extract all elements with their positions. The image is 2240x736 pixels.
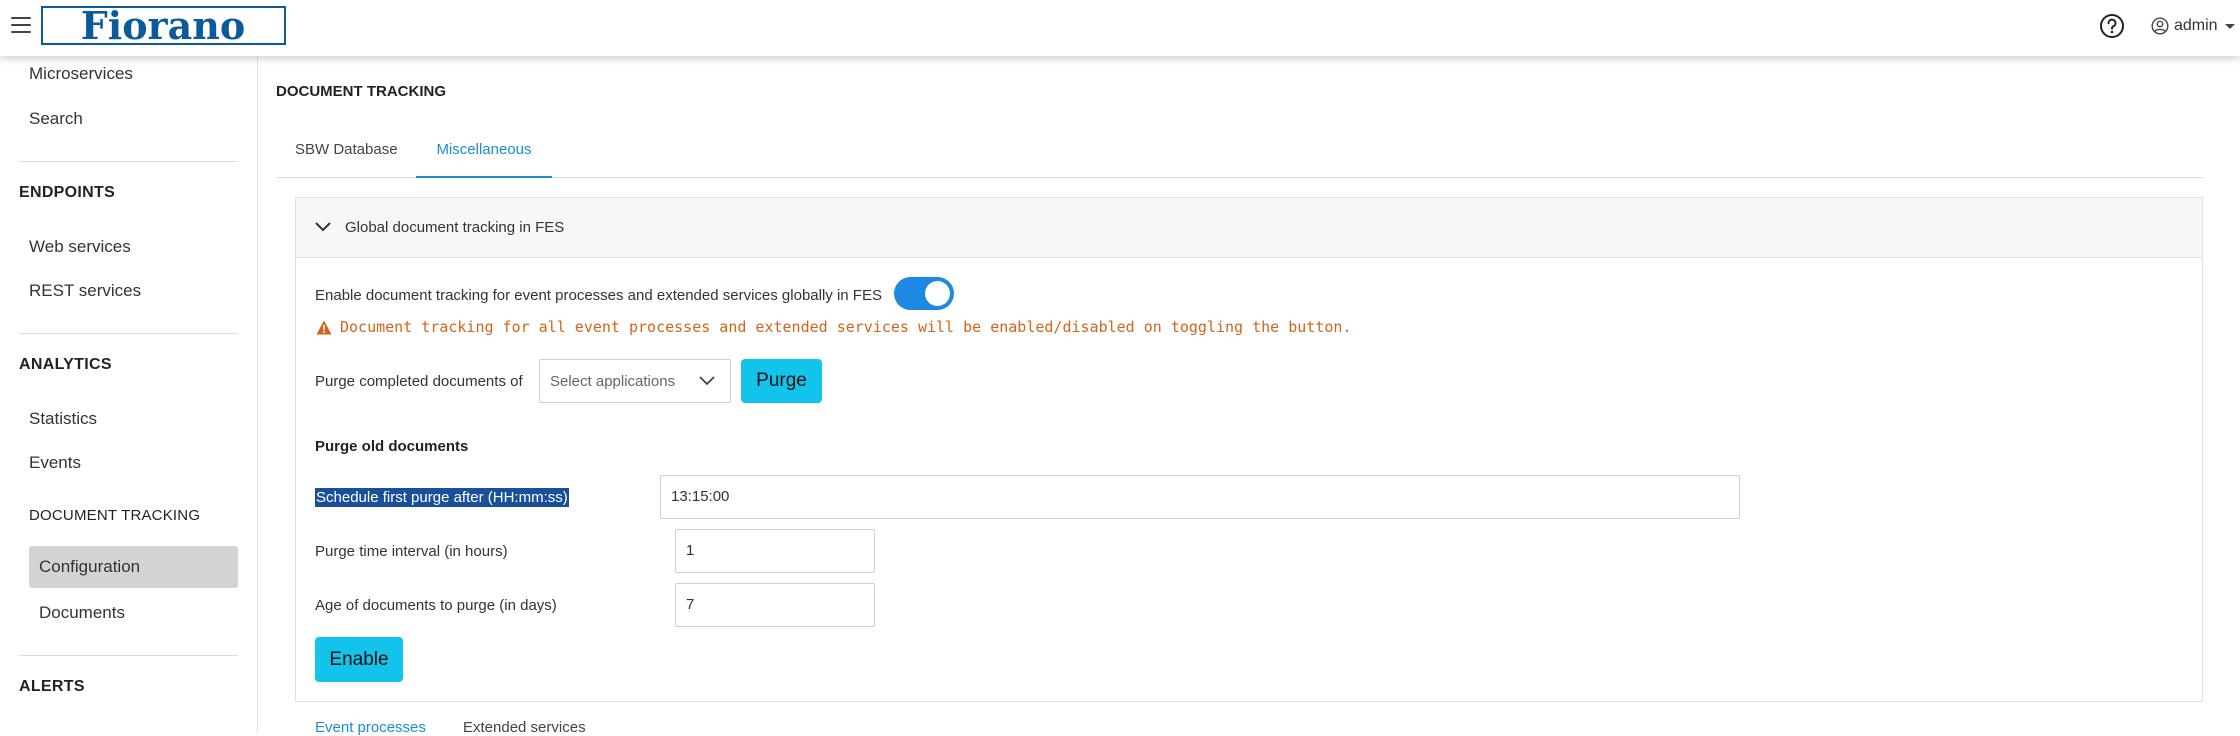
schedule-purge-label: Schedule first purge after (HH:mm:ss) xyxy=(315,488,569,507)
sidebar: Microservices Search ENDPOINTS Web servi… xyxy=(0,56,258,732)
purge-interval-input[interactable]: 1 xyxy=(675,529,875,573)
schedule-purge-input[interactable]: 13:15:00 xyxy=(660,475,1740,519)
enable-tracking-toggle[interactable] xyxy=(894,277,954,310)
sidebar-item-search[interactable]: Search xyxy=(29,109,83,129)
user-name: admin xyxy=(2174,17,2218,34)
panel-title: Global document tracking in FES xyxy=(345,219,565,236)
purge-completed-label: Purge completed documents of xyxy=(315,373,523,390)
sidebar-item-configuration[interactable]: Configuration xyxy=(29,546,238,588)
tab-bar: SBW Database Miscellaneous xyxy=(276,128,2204,178)
panel-header[interactable]: Global document tracking in FES xyxy=(296,198,2202,258)
sidebar-section-analytics: ANALYTICS xyxy=(19,356,112,373)
document-age-input[interactable]: 7 xyxy=(675,583,875,627)
hamburger-menu-icon[interactable] xyxy=(11,17,31,37)
user-circle-icon xyxy=(2151,17,2169,35)
fiorano-logo[interactable]: Fiorano xyxy=(41,2,286,50)
sidebar-item-documents[interactable]: Documents xyxy=(39,603,125,623)
top-bar: Fiorano admin xyxy=(0,0,2240,56)
sidebar-item-web-services[interactable]: Web services xyxy=(29,237,131,257)
sidebar-item-events[interactable]: Events xyxy=(29,453,81,473)
tab-miscellaneous[interactable]: Miscellaneous xyxy=(416,128,552,178)
user-menu[interactable]: admin xyxy=(2151,15,2235,37)
chevron-down-icon xyxy=(699,376,715,386)
global-tracking-panel: Global document tracking in FES Enable d… xyxy=(295,197,2203,702)
sidebar-item-rest-services[interactable]: REST services xyxy=(29,281,141,301)
purge-interval-label: Purge time interval (in hours) xyxy=(315,543,508,560)
purge-button[interactable]: Purge xyxy=(741,359,822,403)
sidebar-divider xyxy=(19,655,238,656)
sidebar-section-endpoints: ENDPOINTS xyxy=(19,184,116,201)
sidebar-item-microservices[interactable]: Microservices xyxy=(29,64,133,84)
tab-event-processes[interactable]: Event processes xyxy=(315,719,426,736)
tab-sbw-database[interactable]: SBW Database xyxy=(295,128,405,178)
sidebar-section-alerts: ALERTS xyxy=(19,678,85,695)
enable-button[interactable]: Enable xyxy=(315,637,403,682)
warning-message: Document tracking for all event processe… xyxy=(316,318,1351,336)
sidebar-divider xyxy=(19,161,238,162)
caret-down-icon xyxy=(2224,23,2235,29)
warning-icon xyxy=(316,320,332,334)
sidebar-item-statistics[interactable]: Statistics xyxy=(29,409,97,429)
page-title: DOCUMENT TRACKING xyxy=(276,83,446,100)
purge-old-documents-title: Purge old documents xyxy=(315,438,469,455)
chevron-down-icon xyxy=(315,222,331,232)
select-applications-dropdown[interactable]: Select applications xyxy=(539,359,731,403)
warning-text: Document tracking for all event processe… xyxy=(340,318,1352,336)
select-placeholder: Select applications xyxy=(550,373,676,390)
sidebar-subsection-document-tracking: DOCUMENT TRACKING xyxy=(29,507,201,524)
svg-text:Fiorano: Fiorano xyxy=(81,3,245,48)
enable-tracking-label: Enable document tracking for event proce… xyxy=(315,287,882,304)
tab-extended-services[interactable]: Extended services xyxy=(463,719,586,736)
help-icon[interactable] xyxy=(2099,13,2125,39)
document-age-label: Age of documents to purge (in days) xyxy=(315,597,557,614)
sidebar-divider xyxy=(19,333,238,334)
